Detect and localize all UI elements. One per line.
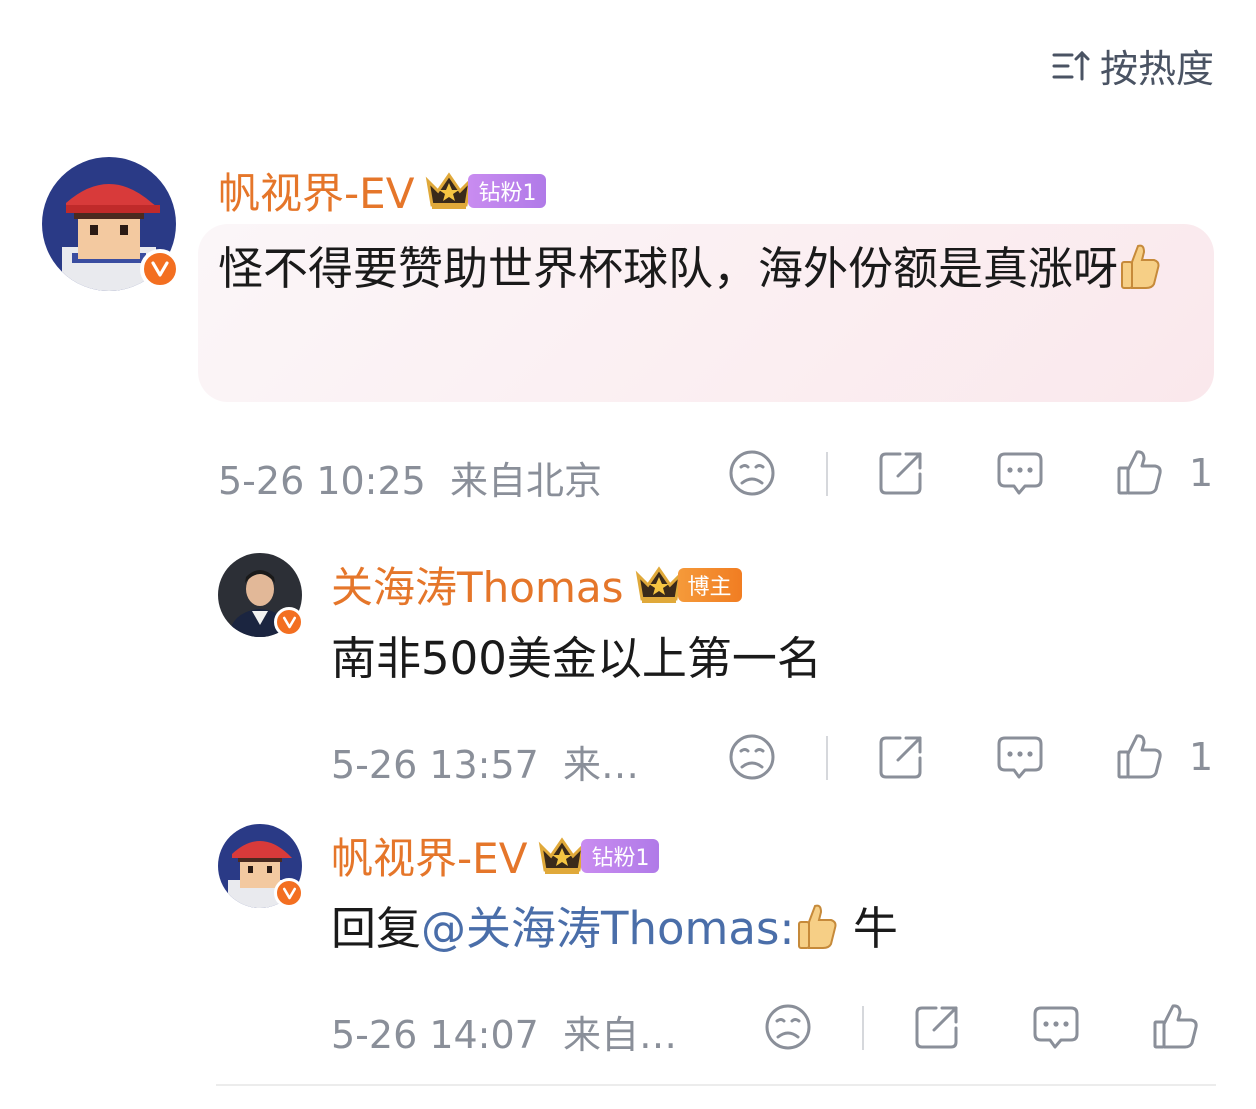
divider <box>826 452 828 496</box>
comment-meta: 5-26 14:07 来自… <box>331 1013 678 1057</box>
reply-text: 回复@关海涛Thomas: 牛 <box>331 902 898 955</box>
share-icon <box>879 452 922 495</box>
dislike-button[interactable] <box>727 448 777 498</box>
verified-v-icon <box>274 878 304 908</box>
verified-v-icon <box>274 607 304 637</box>
fan-level-badge: 钻粉1 <box>468 173 547 208</box>
blogger-tag: 博主 <box>677 567 742 602</box>
like-button[interactable]: 1 <box>1115 448 1213 498</box>
crown-icon <box>426 171 473 209</box>
comment-meta: 5-26 13:57 来… <box>331 743 640 787</box>
thumbs-up-emoji <box>1121 244 1160 289</box>
comment-button[interactable] <box>995 448 1045 498</box>
share-icon <box>915 1006 958 1049</box>
sad-face-icon <box>765 1004 811 1050</box>
comment-meta: 5-26 10:25 来自北京 <box>218 459 603 503</box>
comment-button[interactable] <box>1031 1002 1081 1052</box>
comment-button[interactable] <box>995 732 1045 782</box>
divider <box>862 1006 864 1050</box>
fan-badge[interactable]: 钻粉1 <box>424 171 547 210</box>
sort-icon <box>1052 50 1090 80</box>
avatar[interactable] <box>42 157 180 291</box>
comment-icon <box>1033 1006 1079 1049</box>
sort-toggle[interactable]: 按热度 <box>1050 38 1214 93</box>
username[interactable]: 关海涛Thomas <box>331 554 624 615</box>
sad-face-icon <box>729 450 775 496</box>
dislike-button[interactable] <box>727 732 777 782</box>
thumbs-up-icon <box>1117 450 1162 495</box>
sort-label: 按热度 <box>1099 47 1214 91</box>
dislike-button[interactable] <box>763 1002 813 1052</box>
comment-icon <box>997 452 1043 495</box>
thumbs-up-icon <box>1153 1004 1198 1049</box>
sad-face-icon <box>729 734 775 780</box>
mention-link[interactable]: @关海涛Thomas: <box>421 902 795 955</box>
reply-text: 南非500美金以上第一名 <box>331 632 822 685</box>
fan-level-badge: 钻粉1 <box>581 838 660 873</box>
share-icon <box>879 736 922 779</box>
like-button[interactable]: 1 <box>1115 732 1213 782</box>
avatar[interactable] <box>218 553 304 637</box>
avatar[interactable] <box>218 824 304 908</box>
divider <box>826 736 828 780</box>
comment-text: 怪不得要赞助世界杯球队，海外份额是真涨呀 <box>218 232 1188 306</box>
thumbs-up-icon <box>1117 734 1162 779</box>
comment-icon <box>997 736 1043 779</box>
share-button[interactable] <box>912 1002 962 1052</box>
like-button[interactable] <box>1151 1002 1201 1052</box>
like-count: 1 <box>1189 735 1214 779</box>
crown-icon <box>635 565 682 603</box>
crown-icon <box>539 836 586 874</box>
divider <box>216 1084 1216 1086</box>
like-count: 1 <box>1189 451 1214 495</box>
blogger-badge[interactable]: 博主 <box>634 565 742 604</box>
thumbs-up-emoji <box>797 904 837 949</box>
username[interactable]: 帆视界-EV <box>331 825 527 886</box>
share-button[interactable] <box>876 448 926 498</box>
username[interactable]: 帆视界-EV <box>218 160 414 221</box>
share-button[interactable] <box>876 732 926 782</box>
verified-v-icon <box>140 249 180 289</box>
fan-badge[interactable]: 钻粉1 <box>537 836 660 875</box>
